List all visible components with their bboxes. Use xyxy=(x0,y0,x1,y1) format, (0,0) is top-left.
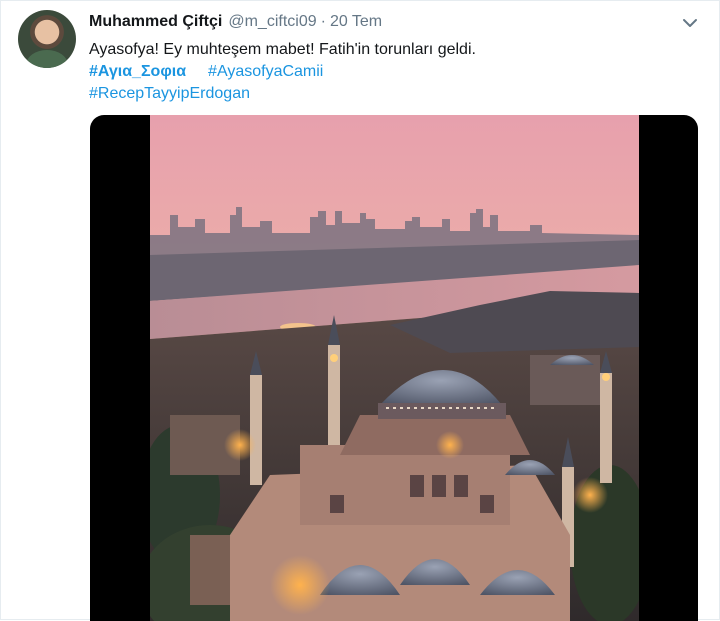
tweet-date[interactable]: 20 Tem xyxy=(330,13,382,30)
avatar-shirt xyxy=(26,50,68,68)
hashtag-link[interactable]: #AyasofyaCamii xyxy=(208,63,323,80)
tweet-text: Ayasofya! Ey muhteşem mabet! Fatih'in to… xyxy=(89,41,476,58)
hashtag-link[interactable]: #RecepTayyipErdogan xyxy=(89,85,250,102)
separator-dot: · xyxy=(320,13,326,30)
hashtags: #Αγια_Σοφια #AyasofyaCamii #RecepTayyipEr… xyxy=(89,61,323,105)
chevron-down-icon[interactable] xyxy=(680,13,700,33)
hagia-sophia-video-frame xyxy=(150,115,639,621)
avatar[interactable] xyxy=(18,10,76,68)
tweet-video[interactable] xyxy=(90,115,698,621)
author-handle[interactable]: @m_ciftci09 xyxy=(228,13,316,30)
tweet-header: Muhammed Çiftçi @m_ciftci09 · 20 Tem xyxy=(89,13,382,33)
tweet-card: Muhammed Çiftçi @m_ciftci09 · 20 Tem Ayasof… xyxy=(0,0,720,621)
hashtag-link[interactable]: #Αγια_Σοφια xyxy=(89,63,186,80)
author-name[interactable]: Muhammed Çiftçi xyxy=(89,13,222,30)
